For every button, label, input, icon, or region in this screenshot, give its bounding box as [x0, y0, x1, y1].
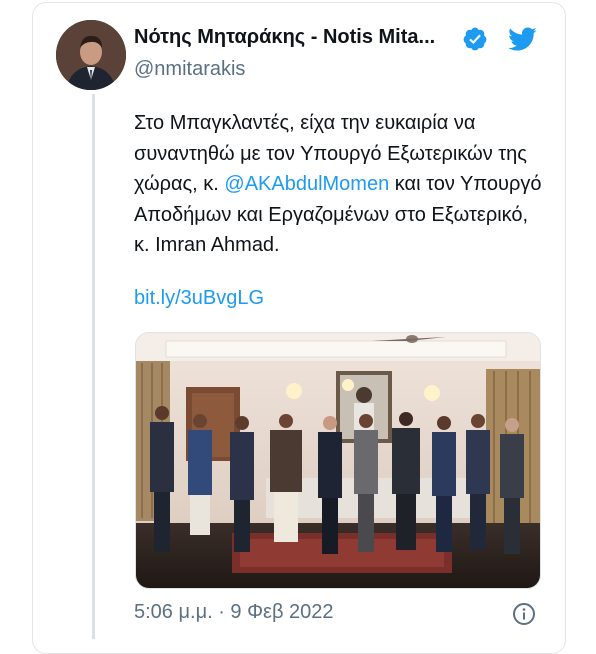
info-icon[interactable] [512, 602, 536, 626]
thread-line [92, 94, 95, 639]
verified-badge-icon [463, 27, 487, 51]
timestamp[interactable]: 5:06 μ.μ. · 9 Φεβ 2022 [134, 601, 334, 624]
tweet-photo[interactable] [135, 332, 541, 589]
short-link[interactable]: bit.ly/3uBvgLG [134, 287, 264, 310]
twitter-bird-icon[interactable] [504, 24, 540, 54]
mention-link[interactable]: @AKAbdulMomen [224, 173, 389, 195]
avatar[interactable] [56, 20, 126, 90]
user-handle[interactable]: @nmitarakis [134, 58, 245, 81]
tweet-text: Στο Μπαγκλαντές, είχα την ευκαιρία να συ… [134, 108, 544, 261]
display-name[interactable]: Νότης Μηταράκης - Notis Mita... [134, 26, 435, 49]
